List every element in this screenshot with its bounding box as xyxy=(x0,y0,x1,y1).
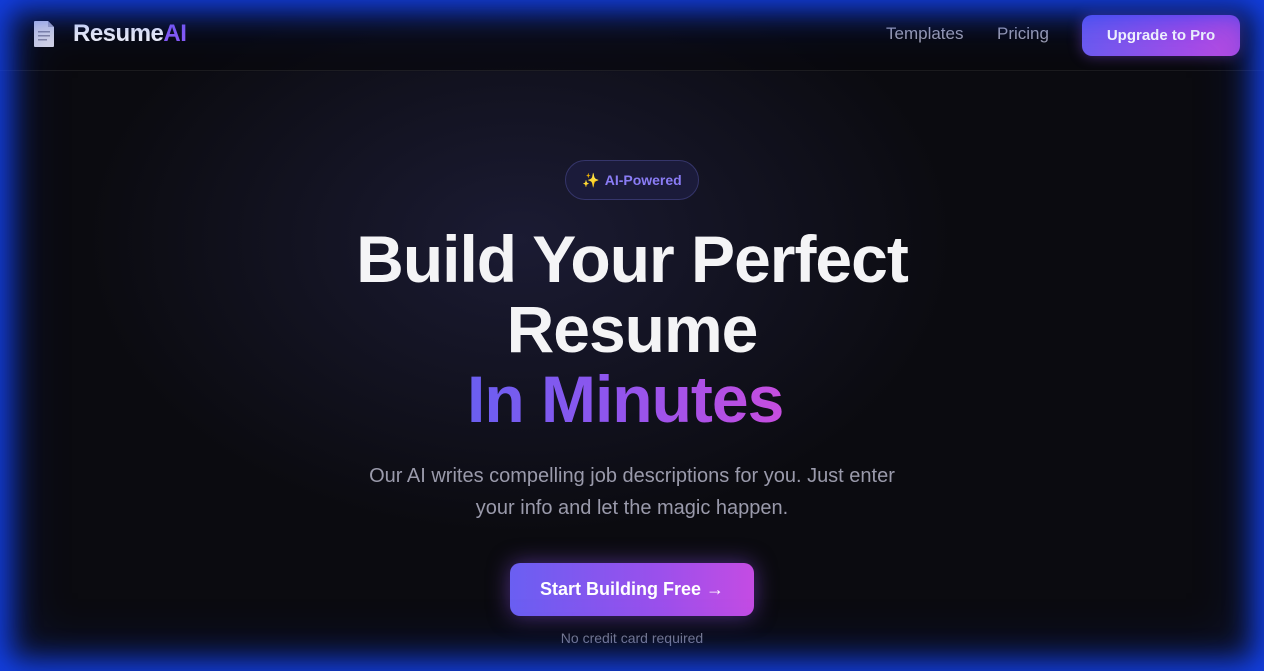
start-building-button[interactable]: Start Building Free → xyxy=(510,563,754,616)
hero-subtitle-line-1: Our AI writes compelling job description… xyxy=(369,465,895,487)
nav-link-templates[interactable]: Templates xyxy=(886,24,963,44)
logo[interactable]: ResumeAI xyxy=(33,20,187,48)
nav-link-pricing[interactable]: Pricing xyxy=(997,24,1049,44)
sparkles-icon: ✨ xyxy=(582,171,600,188)
hero-subtitle: Our AI writes compelling job description… xyxy=(332,460,932,524)
hero-title-line-1: Build Your Perfect xyxy=(356,222,909,296)
top-nav-bar: ResumeAI Templates Pricing Upgrade to Pr… xyxy=(0,0,1264,71)
ai-powered-badge: ✨ AI-Powered xyxy=(565,160,699,200)
no-credit-card-note: No credit card required xyxy=(560,630,704,646)
hero-subtitle-line-2: your info and let the magic happen. xyxy=(475,497,789,519)
upgrade-to-pro-button[interactable]: Upgrade to Pro xyxy=(1082,15,1240,56)
brand-name-accent: AI xyxy=(163,20,187,47)
document-icon xyxy=(33,20,55,48)
badge-label: AI-Powered xyxy=(604,172,682,188)
hero-title-highlight: In Minutes xyxy=(467,362,784,436)
app-frame: ResumeAI Templates Pricing Upgrade to Pr… xyxy=(0,0,1264,671)
hero-title-line-2: Resume xyxy=(506,292,759,366)
brand-name-primary: Resume xyxy=(73,20,164,47)
brand-name: ResumeAI xyxy=(73,20,187,48)
